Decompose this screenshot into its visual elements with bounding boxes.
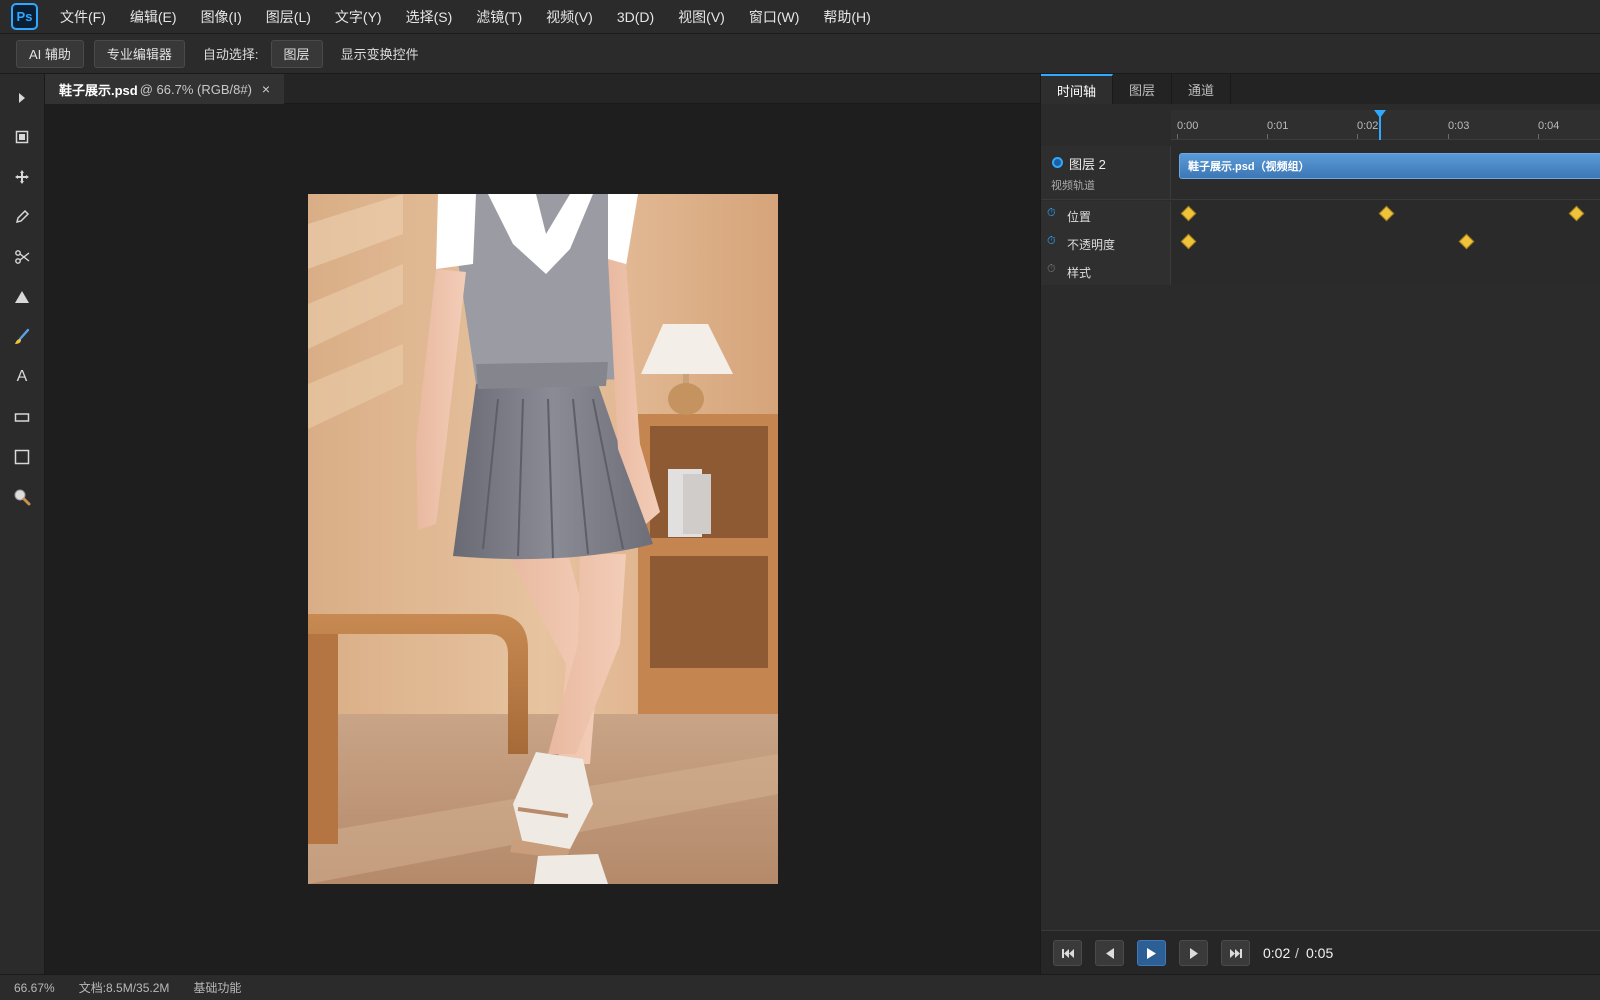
document-size: 文档:8.5M/35.2M	[78, 981, 170, 995]
prop-row-style: ⏱ 样式	[1041, 257, 1600, 285]
text-icon[interactable]: A	[7, 362, 37, 392]
tools-panel: A	[0, 74, 45, 974]
current-time: 0:02	[1263, 945, 1291, 961]
play-icon[interactable]	[1137, 940, 1166, 966]
menu-view[interactable]: 视图(V)	[666, 0, 737, 34]
go-to-end-icon[interactable]	[1221, 940, 1250, 966]
artboard-icon[interactable]	[7, 122, 37, 152]
document-tab[interactable]: 鞋子展示.psd @ 66.7% (RGB/8#) ×	[45, 74, 285, 104]
track-name: 图层 2	[1069, 157, 1106, 172]
tab-timeline[interactable]: 时间轴	[1041, 74, 1114, 104]
track-type: 视频轨道	[1051, 180, 1095, 192]
keyframe[interactable]	[1458, 233, 1475, 250]
workspace-name[interactable]: 基础功能	[193, 979, 241, 996]
go-to-start-icon[interactable]	[1053, 940, 1082, 966]
ruler-tick-mark	[1357, 134, 1358, 139]
prop-label: 样式	[1067, 266, 1092, 280]
options-bar: AI 辅助 专业编辑器 自动选择: 图层 显示变换控件	[0, 34, 1600, 74]
menu-file[interactable]: 文件(F)	[48, 0, 118, 34]
prop-label: 不透明度	[1067, 238, 1116, 252]
prop-lane[interactable]	[1171, 201, 1600, 229]
crop-icon[interactable]	[7, 242, 37, 272]
close-icon[interactable]: ×	[262, 81, 270, 97]
zoom-icon[interactable]	[7, 482, 37, 512]
prop-head: ⏱ 位置	[1041, 201, 1171, 229]
prop-row-position: ⏱ 位置	[1041, 201, 1600, 229]
time-separator: /	[1295, 945, 1299, 961]
playhead-line[interactable]	[1379, 114, 1381, 140]
previous-frame-icon[interactable]	[1095, 940, 1124, 966]
menu-image[interactable]: 图像(I)	[189, 0, 254, 34]
prop-head: ⏱ 不透明度	[1041, 229, 1171, 257]
next-frame-icon[interactable]	[1179, 940, 1208, 966]
menu-select[interactable]: 选择(S)	[394, 0, 465, 34]
canvas-area[interactable]	[45, 104, 1040, 974]
panel-tabs: 时间轴 图层 通道	[1041, 74, 1600, 104]
prop-row-opacity: ⏱ 不透明度	[1041, 229, 1600, 257]
tab-channels[interactable]: 通道	[1172, 74, 1232, 104]
arrow-icon[interactable]	[7, 83, 37, 113]
ruler-tick-mark	[1267, 134, 1268, 139]
move-icon[interactable]	[7, 162, 37, 192]
stopwatch-icon[interactable]: ⏱	[1047, 263, 1056, 276]
keyframe[interactable]	[1378, 205, 1395, 222]
prop-lane[interactable]	[1171, 229, 1600, 257]
ruler-tick: 0:03	[1448, 120, 1470, 132]
ruler-tick: 0:00	[1177, 120, 1199, 132]
document-name: 鞋子展示.psd	[59, 82, 138, 98]
shape-icon[interactable]	[7, 282, 37, 312]
menu-type[interactable]: 文字(Y)	[323, 0, 394, 34]
zoom-level[interactable]: 66.67%	[14, 981, 55, 995]
marquee-icon[interactable]	[7, 442, 37, 472]
right-panel: 时间轴 图层 通道 0:00 0:01 0:02 0:03 0:04 图层 2 …	[1040, 74, 1600, 974]
show-transform-controls-toggle[interactable]: 显示变换控件	[341, 44, 419, 63]
keyframe[interactable]	[1180, 233, 1197, 250]
menu-video[interactable]: 视频(V)	[534, 0, 605, 34]
menu-layer[interactable]: 图层(L)	[254, 0, 323, 34]
rectangle-icon[interactable]	[7, 402, 37, 432]
ai-assist-button[interactable]: AI 辅助	[16, 39, 84, 68]
menu-3d[interactable]: 3D(D)	[605, 0, 666, 34]
prop-head: ⏱ 样式	[1041, 257, 1171, 285]
ruler-tick-mark	[1448, 134, 1449, 139]
ruler-tick-mark	[1538, 134, 1539, 139]
track-lane[interactable]: 鞋子展示.psd（视频组）	[1171, 146, 1600, 200]
ruler-tick: 0:01	[1267, 120, 1289, 132]
ruler-tick: 0:02	[1357, 120, 1379, 132]
auto-select-label: 自动选择:	[202, 47, 259, 62]
menu-help[interactable]: 帮助(H)	[811, 0, 882, 34]
track-visibility-toggle[interactable]	[1052, 157, 1063, 168]
keyframe[interactable]	[1180, 205, 1197, 222]
video-clip[interactable]: 鞋子展示.psd（视频组）	[1179, 153, 1600, 179]
stopwatch-icon[interactable]: ⏱	[1047, 207, 1056, 220]
keyframe[interactable]	[1568, 205, 1585, 222]
prop-label: 位置	[1067, 210, 1092, 224]
track-header[interactable]: 图层 2 视频轨道	[1041, 146, 1171, 200]
menu-bar: Ps 文件(F) 编辑(E) 图像(I) 图层(L) 文字(Y) 选择(S) 滤…	[0, 0, 1600, 34]
timeline-ruler[interactable]: 0:00 0:01 0:02 0:03 0:04	[1171, 110, 1600, 140]
canvas-photo[interactable]	[308, 194, 778, 884]
transport-bar: 0:02 / 0:05	[1041, 930, 1600, 974]
document-info: @ 66.7% (RGB/8#)	[139, 81, 252, 97]
ruler-tick-mark	[1177, 134, 1178, 139]
auto-select-layer-button[interactable]: 图层	[270, 39, 323, 68]
menu-filter[interactable]: 滤镜(T)	[464, 0, 534, 34]
document-tab-bar: 鞋子展示.psd @ 66.7% (RGB/8#) ×	[45, 74, 1040, 104]
menu-window[interactable]: 窗口(W)	[737, 0, 812, 34]
photo-illustration	[308, 194, 778, 884]
ruler-tick: 0:04	[1538, 120, 1560, 132]
tab-layers[interactable]: 图层	[1113, 74, 1173, 104]
stopwatch-icon[interactable]: ⏱	[1047, 235, 1056, 248]
status-bar: 66.67% 文档:8.5M/35.2M 基础功能	[0, 974, 1600, 1000]
pen-icon[interactable]	[7, 202, 37, 232]
pro-editor-button[interactable]: 专业编辑器	[93, 39, 185, 68]
brush-icon[interactable]	[7, 322, 37, 352]
ps-logo[interactable]: Ps	[11, 3, 38, 30]
total-duration: 0:05	[1306, 945, 1334, 961]
prop-lane[interactable]	[1171, 257, 1600, 285]
menu-edit[interactable]: 编辑(E)	[118, 0, 189, 34]
